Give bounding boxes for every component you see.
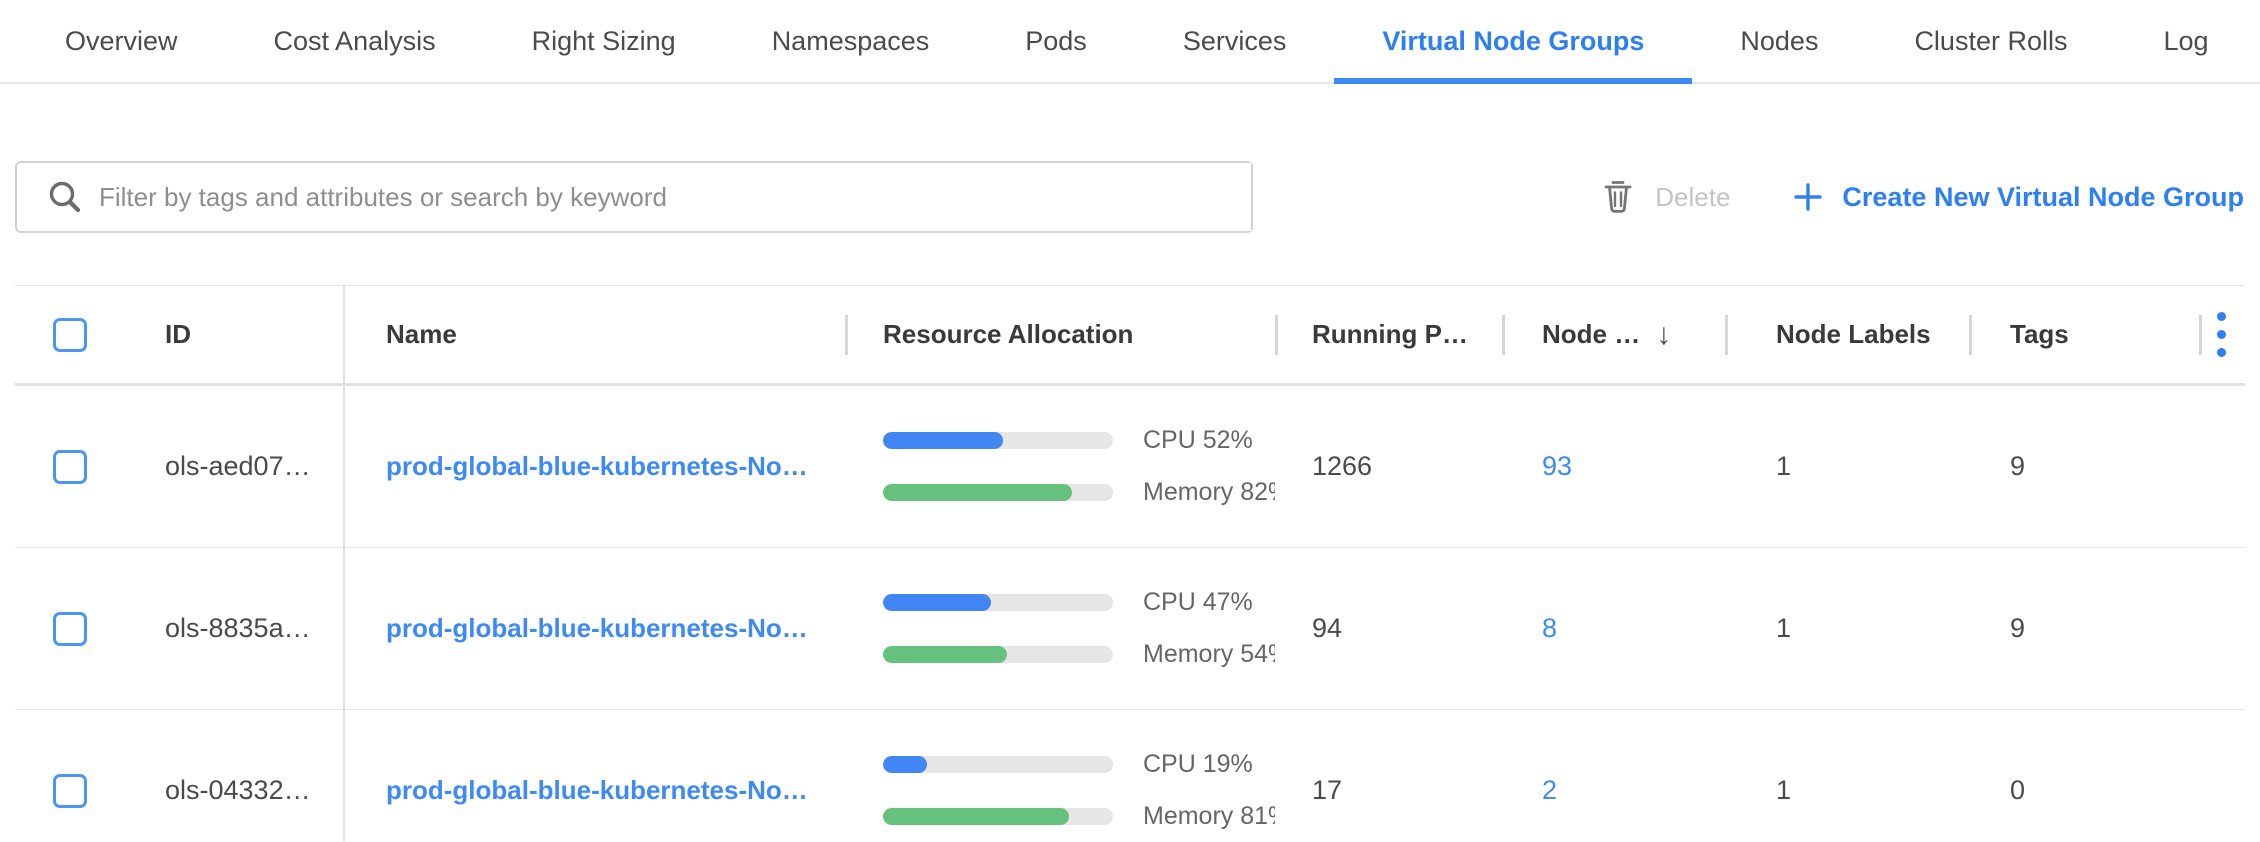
node-labels-value: 1 [1725, 548, 1969, 709]
nodes-count-link[interactable]: 2 [1542, 775, 1557, 806]
tags-value: 9 [1969, 548, 2199, 709]
tab-services[interactable]: Services [1135, 0, 1335, 82]
cpu-label: CPU 19% [1143, 750, 1253, 779]
virtual-node-groups-table: ID Name Resource Allocation Running P… N… [15, 285, 2245, 842]
memory-label: Memory 54% [1143, 640, 1275, 669]
memory-label: Memory 81% [1143, 802, 1275, 831]
tab-overview[interactable]: Overview [17, 0, 226, 82]
resource-allocation-cell: CPU 47% Memory 54% [845, 548, 1275, 709]
column-menu-icon[interactable] [2217, 312, 2226, 357]
trash-icon [1601, 178, 1635, 216]
select-all-checkbox[interactable] [53, 318, 87, 352]
header-resource-allocation: Resource Allocation [845, 286, 1275, 383]
cpu-label: CPU 47% [1143, 588, 1253, 617]
header-node-labels: Node Labels [1725, 286, 1969, 383]
cpu-bar [883, 594, 1113, 611]
tab-log[interactable]: Log [2115, 0, 2256, 82]
header-tags: Tags [1969, 286, 2199, 383]
header-running-pods: Running P… [1275, 286, 1502, 383]
row-name-link[interactable]: prod-global-blue-kubernetes-No… [386, 613, 808, 644]
running-pods-value: 94 [1275, 548, 1502, 709]
row-id: ols-aed07… [129, 386, 343, 547]
tab-namespaces[interactable]: Namespaces [724, 0, 978, 82]
running-pods-value: 17 [1275, 710, 1502, 842]
toolbar-actions: Delete Create New Virtual Node Group [1601, 161, 2244, 233]
delete-label: Delete [1655, 182, 1730, 213]
running-pods-value: 1266 [1275, 386, 1502, 547]
row-checkbox[interactable] [53, 612, 87, 646]
header-checkbox-cell [15, 286, 129, 383]
create-virtual-node-group-button[interactable]: Create New Virtual Node Group [1792, 181, 2244, 213]
row-name-cell: prod-global-blue-kubernetes-No… [343, 386, 845, 547]
search-box[interactable] [15, 161, 1253, 233]
row-checkbox-cell [15, 548, 129, 709]
memory-bar [883, 808, 1113, 825]
table-row: ols-04332… prod-global-blue-kubernetes-N… [15, 710, 2245, 842]
row-name-link[interactable]: prod-global-blue-kubernetes-No… [386, 775, 808, 806]
row-checkbox[interactable] [53, 774, 87, 808]
nodes-count-link[interactable]: 8 [1542, 613, 1557, 644]
row-checkbox[interactable] [53, 450, 87, 484]
sort-descending-icon[interactable]: ↓ [1656, 318, 1671, 352]
nodes-count-cell: 93 [1502, 386, 1725, 547]
create-label: Create New Virtual Node Group [1842, 182, 2244, 213]
nodes-count-cell: 2 [1502, 710, 1725, 842]
tab-pods[interactable]: Pods [977, 0, 1135, 82]
search-icon [47, 179, 83, 215]
plus-icon [1792, 181, 1824, 213]
cpu-bar [883, 756, 1113, 773]
tab-right-sizing[interactable]: Right Sizing [484, 0, 724, 82]
row-menu-cell [2199, 548, 2245, 709]
row-menu-cell [2199, 710, 2245, 842]
node-labels-value: 1 [1725, 710, 1969, 842]
nodes-count-cell: 8 [1502, 548, 1725, 709]
search-input[interactable] [99, 163, 1251, 231]
tab-nodes[interactable]: Nodes [1692, 0, 1866, 82]
header-node-count[interactable]: Node … ↓ [1502, 286, 1725, 383]
row-checkbox-cell [15, 710, 129, 842]
delete-button[interactable]: Delete [1601, 178, 1730, 216]
row-id: ols-8835a… [129, 548, 343, 709]
cpu-label: CPU 52% [1143, 426, 1253, 455]
memory-label: Memory 82% [1143, 478, 1275, 507]
tags-value: 0 [1969, 710, 2199, 842]
row-menu-cell [2199, 386, 2245, 547]
row-checkbox-cell [15, 386, 129, 547]
table-row: ols-aed07… prod-global-blue-kubernetes-N… [15, 386, 2245, 548]
memory-bar [883, 484, 1113, 501]
nodes-count-link[interactable]: 93 [1542, 451, 1572, 482]
tab-cluster-rolls[interactable]: Cluster Rolls [1866, 0, 2115, 82]
resource-allocation-cell: CPU 19% Memory 81% [845, 710, 1275, 842]
node-labels-value: 1 [1725, 386, 1969, 547]
header-name: Name [343, 286, 845, 383]
toolbar: Delete Create New Virtual Node Group [0, 84, 2260, 285]
tab-cost-analysis[interactable]: Cost Analysis [226, 0, 484, 82]
header-id: ID [129, 286, 343, 383]
header-menu-cell [2199, 286, 2245, 383]
table-header-row: ID Name Resource Allocation Running P… N… [15, 286, 2245, 386]
row-name-cell: prod-global-blue-kubernetes-No… [343, 710, 845, 842]
cpu-bar [883, 432, 1113, 449]
memory-bar [883, 646, 1113, 663]
table-row: ols-8835a… prod-global-blue-kubernetes-N… [15, 548, 2245, 710]
row-name-cell: prod-global-blue-kubernetes-No… [343, 548, 845, 709]
row-id: ols-04332… [129, 710, 343, 842]
tab-bar: Overview Cost Analysis Right Sizing Name… [0, 0, 2260, 84]
resource-allocation-cell: CPU 52% Memory 82% [845, 386, 1275, 547]
row-name-link[interactable]: prod-global-blue-kubernetes-No… [386, 451, 808, 482]
tags-value: 9 [1969, 386, 2199, 547]
tab-virtual-node-groups[interactable]: Virtual Node Groups [1334, 0, 1692, 82]
